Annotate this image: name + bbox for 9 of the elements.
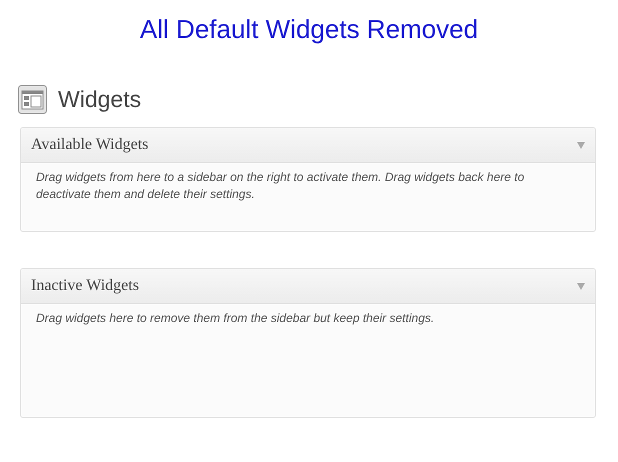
panel-description: Drag widgets here to remove them from the sidebar but keep their settings. (35, 310, 436, 327)
banner-title: All Default Widgets Removed (138, 13, 480, 46)
toggle-arrow-icon[interactable] (577, 142, 585, 148)
toggle-arrow-icon[interactable] (577, 282, 585, 290)
widgets-icon (18, 84, 47, 114)
panel-title: Available Widgets (31, 136, 148, 154)
page-title: Widgets (58, 86, 142, 112)
panel-description: Drag widgets from here to a sidebar on the right to activate them. Drag widgets back here to deactivate them and delete their settings. (35, 169, 526, 203)
panel-title: Inactive Widgets (31, 277, 139, 295)
